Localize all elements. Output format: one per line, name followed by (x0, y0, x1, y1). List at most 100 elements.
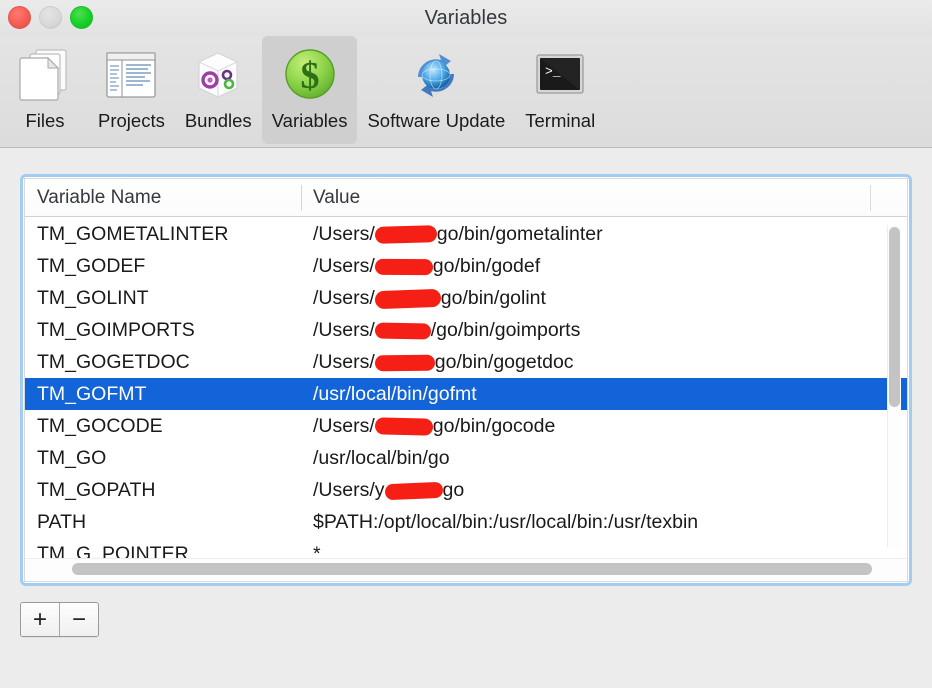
redaction-mark (374, 288, 442, 309)
cell-value: /Users/go/bin/gogetdoc (301, 346, 907, 378)
title-bar: Variables (0, 0, 932, 36)
svg-text:$: $ (300, 55, 319, 97)
table-row[interactable]: TM_GOLINT/Users/go/bin/golint (25, 282, 907, 314)
toolbar-item-bundles[interactable]: Bundles (175, 36, 262, 144)
redaction-mark (374, 321, 431, 341)
value-text-suffix: go/bin/golint (440, 287, 546, 309)
table-row[interactable]: TM_GOFMT/usr/local/bin/gofmt (25, 378, 907, 410)
column-divider-end[interactable] (870, 184, 871, 211)
variables-table: Variable Name Value TM_GOMETALINTER/User… (24, 178, 908, 582)
cell-variable-name: TM_GOGETDOC (37, 351, 190, 373)
value-text-suffix: go (442, 479, 465, 501)
cell-variable-name: TM_GODEF (37, 255, 146, 277)
toolbar-label-terminal: Terminal (525, 110, 596, 131)
value-text-suffix: go/bin/gometalinter (436, 223, 603, 245)
cell-value: /Users/ /go/bin/goimports (301, 314, 907, 346)
minimize-button[interactable] (39, 6, 62, 29)
toolbar-item-terminal[interactable]: >_ Terminal (515, 36, 605, 144)
terminal-icon: >_ (527, 42, 593, 108)
cell-variable-name: TM_GOCODE (37, 415, 163, 437)
horizontal-scrollbar[interactable] (25, 558, 907, 581)
redaction-mark (374, 417, 433, 437)
toolbar-label-variables: Variables (271, 110, 348, 131)
column-header-variable-name[interactable]: Variable Name (25, 179, 301, 217)
value-text-suffix: go/bin/godef (432, 255, 541, 277)
content-area: Variable Name Value TM_GOMETALINTER/User… (0, 148, 932, 688)
table-row[interactable]: PATH $PATH:/opt/local/bin:/usr/local/bin:… (25, 506, 907, 538)
files-icon (12, 42, 78, 108)
table-row[interactable]: TM_GO/usr/local/bin/go (25, 442, 907, 474)
redaction-mark (374, 225, 437, 245)
cell-variable-name: TM_GOLINT (37, 287, 149, 309)
svg-text:>_: >_ (545, 64, 561, 79)
value-text: /Users/ (313, 351, 375, 373)
value-text-suffix: go/bin/gogetdoc (434, 351, 574, 373)
window-controls (8, 6, 93, 29)
cell-value: /usr/local/bin/gofmt (301, 378, 907, 410)
cell-value: /Users/go/bin/godef (301, 250, 907, 282)
table-row[interactable]: TM_GOIMPORTS/Users/ /go/bin/goimports (25, 314, 907, 346)
table-action-bar: + − (20, 602, 912, 637)
toolbar-item-files[interactable]: Files (2, 36, 88, 144)
column-divider[interactable] (301, 184, 302, 211)
add-remove-segmented-control: + − (20, 602, 99, 637)
redaction-mark (374, 353, 435, 373)
vertical-scrollbar-thumb[interactable] (889, 227, 900, 407)
value-text: /Users/ (313, 255, 375, 277)
variables-dollar-icon: $ (277, 42, 343, 108)
value-text: /usr/local/bin/go (313, 447, 450, 469)
value-text-suffix: go/bin/gocode (432, 415, 556, 437)
window-title: Variables (424, 6, 508, 29)
cell-variable-name: TM_GO (37, 447, 107, 469)
remove-variable-button[interactable]: − (59, 603, 98, 636)
variables-table-focus-ring: Variable Name Value TM_GOMETALINTER/User… (20, 174, 912, 586)
toolbar-item-software-update[interactable]: Software Update (357, 36, 515, 144)
bundles-icon (185, 42, 251, 108)
redaction-mark (374, 257, 433, 277)
toolbar-label-files: Files (25, 110, 65, 131)
cell-value: /Users/go/bin/gometalinter (301, 218, 907, 250)
table-row[interactable]: TM_GOMETALINTER/Users/go/bin/gometalinte… (25, 218, 907, 250)
value-text: /Users/ (313, 415, 375, 437)
cell-variable-name: PATH (37, 511, 87, 533)
preferences-toolbar: Files Projects Bundles $ Variables Softw… (0, 36, 932, 148)
toolbar-item-variables[interactable]: $ Variables (261, 36, 358, 144)
software-update-globe-icon (403, 42, 469, 108)
table-header-row: Variable Name Value (25, 179, 907, 217)
cell-variable-name: TM_GOIMPORTS (37, 319, 195, 341)
projects-icon (98, 42, 164, 108)
variables-preferences-window: Variables Files Projects Bundles $ Varia… (0, 0, 932, 688)
cell-value: /Users/y go (301, 474, 907, 506)
toolbar-label-bundles: Bundles (184, 110, 252, 131)
cell-value: /Users/go/bin/golint (301, 282, 907, 314)
vertical-scrollbar[interactable] (887, 225, 901, 547)
value-text: /Users/y (313, 479, 385, 501)
column-header-value-label: Value (313, 186, 361, 208)
cell-value: /Users/go/bin/gocode (301, 410, 907, 442)
column-header-value[interactable]: Value (301, 179, 907, 217)
value-text: /Users/ (313, 223, 375, 245)
table-row[interactable]: TM_GOPATH/Users/y go (25, 474, 907, 506)
plus-icon: + (32, 605, 47, 633)
zoom-button[interactable] (70, 6, 93, 29)
toolbar-label-projects: Projects (98, 110, 165, 131)
close-button[interactable] (8, 6, 31, 29)
toolbar-item-projects[interactable]: Projects (88, 36, 175, 144)
add-variable-button[interactable]: + (21, 603, 59, 636)
minus-icon: − (71, 605, 86, 633)
table-body: TM_GOMETALINTER/Users/go/bin/gometalinte… (25, 218, 907, 581)
table-row[interactable]: TM_GODEF/Users/go/bin/godef (25, 250, 907, 282)
cell-value: $PATH:/opt/local/bin:/usr/local/bin:/usr… (301, 506, 907, 538)
cell-variable-name: TM_GOFMT (37, 383, 147, 405)
cell-variable-name: TM_GOMETALINTER (37, 223, 229, 245)
horizontal-scrollbar-thumb[interactable] (72, 563, 872, 575)
toolbar-label-software-update: Software Update (367, 110, 506, 131)
table-row[interactable]: TM_GOCODE/Users/go/bin/gocode (25, 410, 907, 442)
redaction-mark (384, 481, 443, 501)
cell-value: /usr/local/bin/go (301, 442, 907, 474)
value-text-suffix: /go/bin/goimports (430, 319, 581, 341)
table-row[interactable]: TM_GOGETDOC/Users/go/bin/gogetdoc (25, 346, 907, 378)
value-text: $PATH:/opt/local/bin:/usr/local/bin:/usr… (313, 511, 699, 533)
value-text: /Users/ (313, 319, 375, 341)
cell-variable-name: TM_GOPATH (37, 479, 156, 501)
